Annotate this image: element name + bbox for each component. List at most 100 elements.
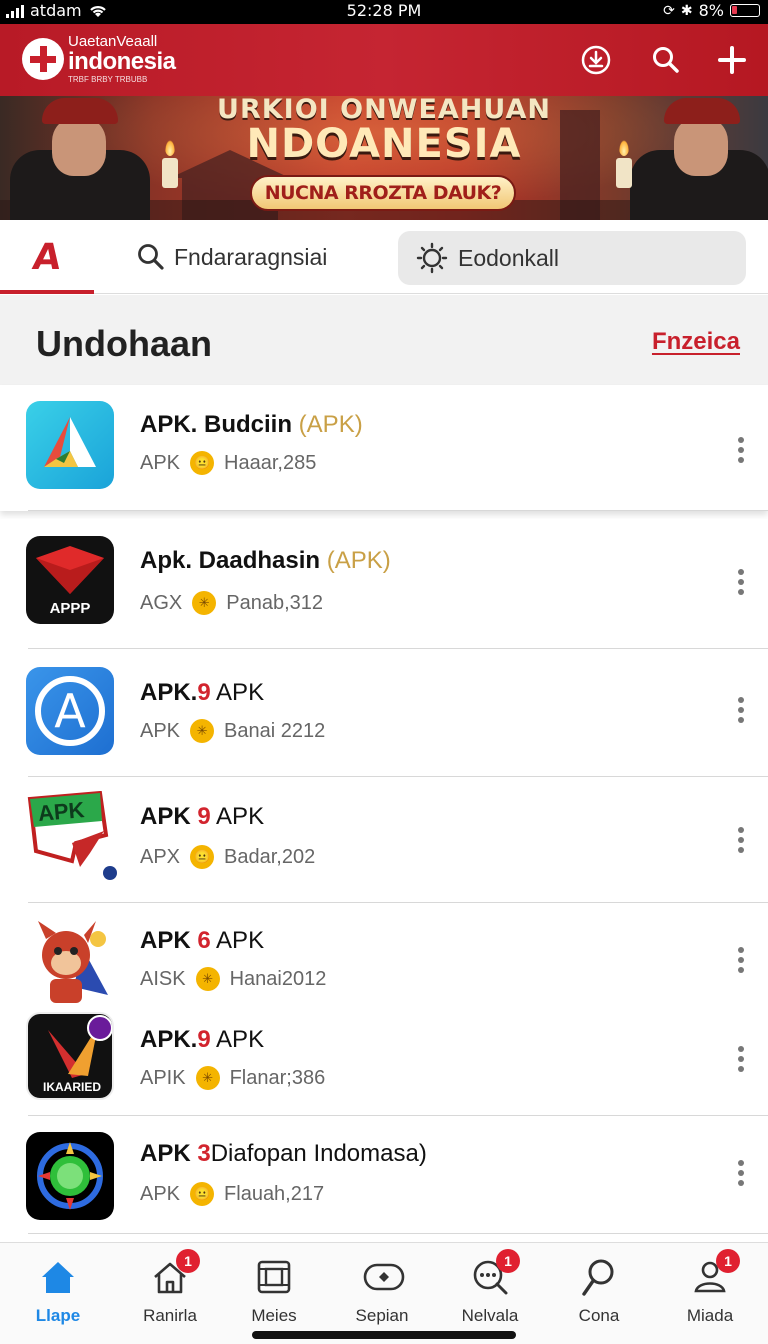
- nav-item-meies[interactable]: Meies: [224, 1251, 324, 1331]
- more-options-icon[interactable]: [736, 437, 746, 463]
- home-icon: [38, 1257, 78, 1297]
- app-name: APK 6 APK: [140, 927, 264, 955]
- app-name-prefix: Apk. Daadhasin: [140, 547, 321, 574]
- section-see-all-link[interactable]: Fnzeica: [652, 328, 740, 356]
- app-list-item[interactable]: APK APK 9 APK APX 😐 Badar,202: [0, 777, 768, 903]
- nav-item-sepian[interactable]: Sepian: [332, 1251, 432, 1331]
- app-list-item[interactable]: APPP Apk. Daadhasin (APK) AGX ✳ Panab,31…: [0, 519, 768, 649]
- rating-emoji-icon: 😐: [190, 451, 215, 475]
- nav-label: Llape: [35, 1306, 81, 1325]
- app-downloads: Flanar;386: [229, 1066, 326, 1089]
- circle-a-icon: A: [26, 667, 114, 755]
- download-icon: [581, 45, 611, 75]
- nav-label: Cona: [578, 1306, 620, 1325]
- app-name-suffix: APK: [210, 1026, 265, 1053]
- app-name-prefix: APK: [140, 803, 198, 830]
- app-list-item[interactable]: A APK.9 APK APK ✳ Banai 2212: [0, 649, 768, 777]
- logo-line3: TRBF BRBY TRBUBB: [68, 75, 148, 84]
- app-name-number: 3: [197, 1140, 211, 1167]
- bottom-nav: Llape 1 Ranirla Meies Sepian 1 Nelvala C…: [0, 1242, 768, 1344]
- app-list-item[interactable]: APK. Budciin (APK) APK 😐 Haaar,285: [0, 385, 768, 511]
- more-options-icon[interactable]: [736, 1046, 746, 1072]
- add-button[interactable]: [712, 40, 752, 80]
- section-title: Undohaan: [36, 323, 212, 364]
- bluetooth-icon: ✱: [680, 2, 693, 19]
- logo-cross-icon: [22, 38, 64, 80]
- header-search-button[interactable]: [646, 40, 686, 80]
- tab-search-label: Fndararagnsiai: [174, 243, 328, 270]
- promo-banner[interactable]: URKIOI ONWEAHUAN NDOANESIA NUCNA RROZTA …: [0, 96, 768, 220]
- nav-item-nelvala[interactable]: 1 Nelvala: [440, 1249, 540, 1331]
- rating-emoji-icon: 😐: [190, 1182, 215, 1206]
- rating-emoji-icon: ✳: [195, 1066, 220, 1090]
- plus-icon: [718, 46, 746, 74]
- rating-emoji-icon: ✳: [195, 967, 220, 991]
- app-list-item[interactable]: APK 3Diafopan Indomasa) APK 😐 Flauah,217: [0, 1116, 768, 1234]
- nav-item-miada[interactable]: 1 Miada: [660, 1249, 760, 1331]
- rating-emoji-icon: ✳: [192, 591, 217, 615]
- banner-title-line2: NDOANESIA: [246, 121, 522, 167]
- row-divider: [28, 510, 768, 511]
- app-name-number: 9: [197, 679, 211, 706]
- section-header: Undohaan Fnzeica: [0, 295, 768, 385]
- nav-label: Miada: [686, 1306, 734, 1325]
- home-indicator: [252, 1331, 516, 1339]
- app-name-suffix: APK: [210, 927, 265, 954]
- app-meta: AGX ✳ Panab,312: [140, 591, 323, 615]
- app-type: APK: [140, 1182, 181, 1205]
- more-options-icon[interactable]: [736, 697, 746, 723]
- app-meta: APK ✳ Banai 2212: [140, 719, 325, 743]
- notification-badge: 1: [496, 1249, 520, 1273]
- tab-search[interactable]: Fndararagnsiai: [136, 220, 327, 294]
- pill-icon: [362, 1257, 405, 1297]
- battery-percent: 8%: [698, 1, 724, 20]
- battery-icon: [730, 4, 760, 17]
- search-icon: [653, 47, 679, 73]
- app-icon-text: APK: [36, 797, 86, 826]
- tab-settings[interactable]: Eodonkall: [398, 231, 746, 285]
- download-button[interactable]: [576, 40, 616, 80]
- app-downloads: Hanai2012: [229, 967, 327, 990]
- app-name-prefix: APK.: [140, 1026, 198, 1053]
- nav-item-cona[interactable]: Cona: [549, 1251, 649, 1331]
- triangle-logo-icon: [26, 401, 114, 489]
- mascot-icon: [26, 917, 114, 1005]
- brand-a-icon: A: [30, 236, 64, 278]
- app-name: APK 9 APK: [140, 803, 264, 831]
- app-downloads: Flauah,217: [224, 1182, 325, 1205]
- app-list-item[interactable]: APK 6 APK AISK ✳ Hanai2012: [0, 903, 768, 1006]
- app-name: Apk. Daadhasin (APK): [140, 547, 391, 575]
- notification-badge: 1: [716, 1249, 740, 1273]
- sun-icon: [416, 242, 448, 274]
- nav-label: Ranirla: [143, 1306, 197, 1325]
- app-name-number: 9: [197, 1026, 211, 1053]
- app-logo[interactable]: UaetanVeaall indonesia TRBF BRBY TRBUBB: [68, 34, 176, 84]
- nav-item-llape[interactable]: Llape: [8, 1251, 108, 1331]
- app-name-number: 9: [197, 803, 211, 830]
- logo-line1: UaetanVeaall: [68, 33, 158, 50]
- more-options-icon[interactable]: [736, 1160, 746, 1186]
- app-header: UaetanVeaall indonesia TRBF BRBY TRBUBB: [0, 24, 768, 96]
- notification-badge: 1: [176, 1249, 200, 1273]
- arrow-badge-icon: IKAARIED: [26, 1012, 114, 1100]
- app-icon-text: APPP: [49, 600, 91, 617]
- more-options-icon[interactable]: [736, 947, 746, 973]
- tab-settings-label: Eodonkall: [458, 244, 560, 271]
- app-type: APK: [140, 451, 181, 474]
- app-meta: APK 😐 Flauah,217: [140, 1182, 324, 1206]
- banner-cta-button[interactable]: NUCNA RROZTA DAUK?: [250, 175, 516, 211]
- app-meta: APIK ✳ Flanar;386: [140, 1066, 325, 1090]
- nav-item-ranirla[interactable]: 1 Ranirla: [120, 1249, 220, 1331]
- more-options-icon[interactable]: [736, 827, 746, 853]
- app-name-prefix: APK. Budciin: [140, 411, 293, 438]
- sync-icon: ⟳: [663, 2, 675, 19]
- app-type: APK: [140, 719, 181, 742]
- search-icon: [138, 244, 164, 270]
- app-list-item[interactable]: IKAARIED APK.9 APK APIK ✳ Flanar;386: [0, 1006, 768, 1116]
- banner-title-line1: URKIOI ONWEAHUAN: [217, 96, 551, 125]
- app-name-suffix: Diafopan Indomasa): [210, 1140, 427, 1167]
- app-name-prefix: APK: [140, 927, 198, 954]
- more-options-icon[interactable]: [736, 569, 746, 595]
- app-name: APK 3Diafopan Indomasa): [140, 1140, 427, 1168]
- tab-home[interactable]: A: [0, 220, 94, 294]
